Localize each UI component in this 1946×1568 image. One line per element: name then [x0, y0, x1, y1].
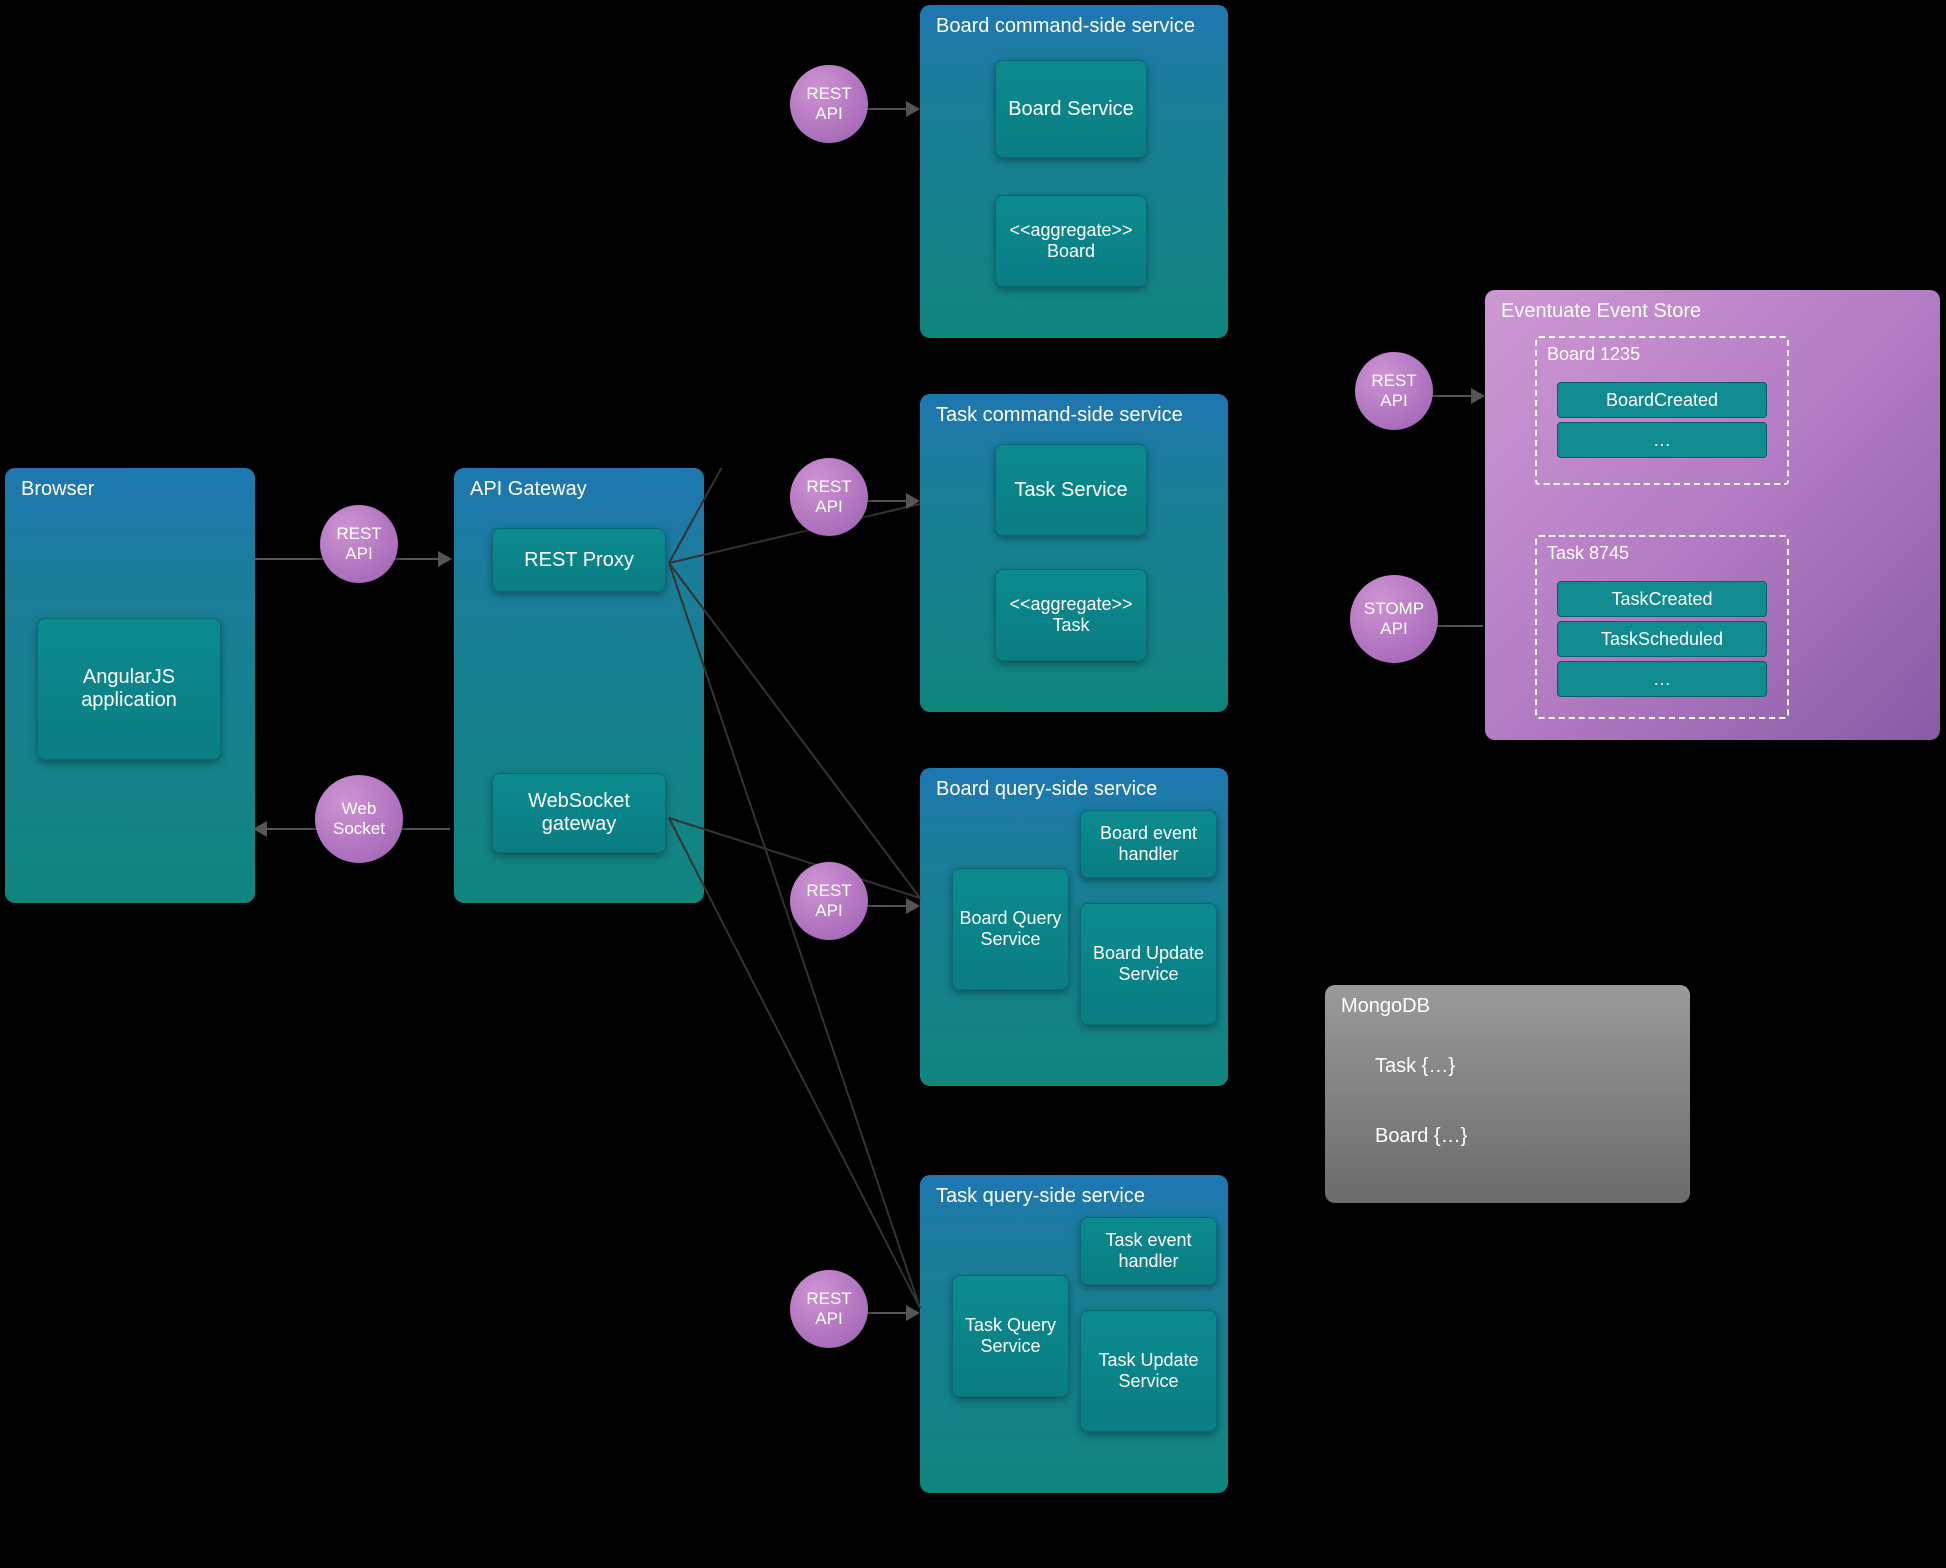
mongodb-title: MongoDB — [1325, 985, 1690, 1024]
architecture-diagram: Browser AngularJS application API Gatewa… — [0, 0, 1946, 1539]
event-store-title: Eventuate Event Store — [1485, 290, 1940, 329]
task-service-label: Task Service — [996, 479, 1146, 502]
task-cmd-title: Task command-side service — [920, 394, 1228, 433]
panel-board-cmd: Board command-side service Board Service… — [920, 5, 1228, 338]
board-qry-title: Board query-side service — [920, 768, 1228, 807]
board-cmd-title: Board command-side service — [920, 5, 1228, 44]
badge-rest-board-cmd: RESTAPI — [790, 65, 868, 143]
task-group-title: Task 8745 — [1537, 537, 1787, 570]
task-agg-name: Task — [996, 615, 1146, 636]
group-board-events: Board 1235 BoardCreated … — [1535, 336, 1789, 485]
panel-event-store: Eventuate Event Store Board 1235 BoardCr… — [1485, 290, 1940, 740]
task-update-svc-label: Task Update Service — [1081, 1350, 1216, 1392]
panel-task-cmd: Task command-side service Task Service <… — [920, 394, 1228, 712]
badge-rest-top: REST — [336, 524, 381, 544]
rest-proxy-label: REST Proxy — [493, 549, 665, 572]
comp-task-update-svc: Task Update Service — [1080, 1310, 1217, 1432]
comp-board-update-svc: Board Update Service — [1080, 903, 1217, 1025]
board-agg-name: Board — [996, 241, 1146, 262]
b: API — [1380, 391, 1407, 411]
badge-rest-event-store: RESTAPI — [1355, 352, 1433, 430]
comp-task-service: Task Service — [995, 444, 1147, 536]
comp-rest-proxy: REST Proxy — [492, 528, 666, 592]
badge-rest-api-browser: REST API — [320, 505, 398, 583]
b: API — [1380, 619, 1407, 639]
comp-task-query-svc: Task Query Service — [952, 1275, 1069, 1397]
task-agg-stereotype: <<aggregate>> — [996, 594, 1146, 615]
comp-board-aggregate: <<aggregate>> Board — [995, 195, 1147, 287]
comp-task-aggregate: <<aggregate>> Task — [995, 569, 1147, 661]
t: REST — [806, 1289, 851, 1309]
board-query-svc-label: Board Query Service — [953, 908, 1068, 950]
event-task-scheduled: TaskScheduled — [1557, 621, 1767, 657]
panel-mongodb: MongoDB Task {…} Board {…} — [1325, 985, 1690, 1203]
t: REST — [1371, 371, 1416, 391]
badge-rest-board-qry: RESTAPI — [790, 862, 868, 940]
panel-task-qry: Task query-side service Task Query Servi… — [920, 1175, 1228, 1493]
t: REST — [806, 477, 851, 497]
board-agg-stereotype: <<aggregate>> — [996, 220, 1146, 241]
t: REST — [806, 84, 851, 104]
comp-board-service: Board Service — [995, 60, 1147, 158]
b: API — [815, 1309, 842, 1329]
board-event-handler-label: Board event handler — [1081, 823, 1216, 865]
group-task-events: Task 8745 TaskCreated TaskScheduled … — [1535, 535, 1789, 719]
mongodb-task: Task {…} — [1375, 1055, 1455, 1078]
badge-ws-top: Web — [342, 799, 377, 819]
b: API — [815, 497, 842, 517]
browser-title: Browser — [5, 468, 255, 507]
badge-rest-bot: API — [345, 544, 372, 564]
task-qry-title: Task query-side service — [920, 1175, 1228, 1214]
task-event-handler-label: Task event handler — [1081, 1230, 1216, 1272]
badge-ws-bot: Socket — [333, 819, 385, 839]
board-update-svc-label: Board Update Service — [1081, 943, 1216, 985]
event-task-more: … — [1557, 661, 1767, 697]
comp-ws-gateway: WebSocket gateway — [492, 773, 666, 853]
badge-websocket: Web Socket — [315, 775, 403, 863]
t: REST — [806, 881, 851, 901]
comp-board-query-svc: Board Query Service — [952, 868, 1069, 990]
badge-rest-task-qry: RESTAPI — [790, 1270, 868, 1348]
event-board-created: BoardCreated — [1557, 382, 1767, 418]
mongodb-board: Board {…} — [1375, 1125, 1467, 1148]
badge-rest-task-cmd: RESTAPI — [790, 458, 868, 536]
panel-api-gateway: API Gateway REST Proxy WebSocket gateway — [454, 468, 704, 903]
comp-task-event-handler: Task event handler — [1080, 1217, 1217, 1285]
badge-stomp: STOMPAPI — [1350, 575, 1438, 663]
task-query-svc-label: Task Query Service — [953, 1315, 1068, 1357]
ws-gateway-label: WebSocket gateway — [493, 790, 665, 836]
comp-board-event-handler: Board event handler — [1080, 810, 1217, 878]
board-service-label: Board Service — [996, 98, 1146, 121]
t: STOMP — [1364, 599, 1424, 619]
panel-board-qry: Board query-side service Board Query Ser… — [920, 768, 1228, 1086]
event-task-created: TaskCreated — [1557, 581, 1767, 617]
b: API — [815, 901, 842, 921]
panel-browser: Browser AngularJS application — [5, 468, 255, 903]
comp-angular-app: AngularJS application — [37, 618, 221, 760]
gateway-title: API Gateway — [454, 468, 704, 507]
angular-app-label: AngularJS application — [38, 666, 220, 712]
board-group-title: Board 1235 — [1537, 338, 1787, 371]
event-board-more: … — [1557, 422, 1767, 458]
b: API — [815, 104, 842, 124]
